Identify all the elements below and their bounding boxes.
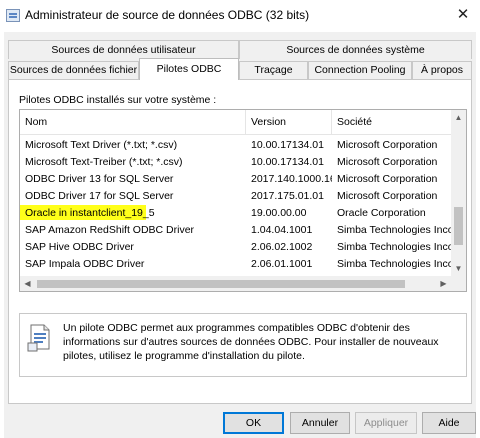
table-row[interactable]: Microsoft Text Driver (*.txt; *.csv) 10.0…: [20, 137, 451, 154]
table-row[interactable]: ODBC Driver 13 for SQL Server 2017.140.10…: [20, 171, 451, 188]
tab-tracing[interactable]: Traçage: [239, 61, 308, 79]
driver-name-cell: Microsoft Text Driver (*.txt; *.csv): [25, 139, 178, 151]
drivers-list[interactable]: Nom Version Société Microsoft Text Drive…: [19, 109, 467, 292]
table-row[interactable]: SAP Amazon RedShift ODBC Driver 1.04.04.1…: [20, 222, 451, 239]
table-row[interactable]: ODBC Driver 17 for SQL Server 2017.175.01…: [20, 188, 451, 205]
scrollbar-corner: [451, 276, 466, 291]
column-header-company[interactable]: Société: [332, 110, 451, 134]
driver-company-cell: Oracle Corporation: [337, 207, 426, 219]
title-bar: Administrateur de source de données ODBC…: [0, 0, 480, 32]
driver-company-cell: Microsoft Corporation: [337, 173, 438, 185]
driver-version-cell: 19.00.00.00: [251, 207, 307, 219]
info-box: Un pilote ODBC permet aux programmes com…: [19, 313, 467, 377]
apply-button[interactable]: Appliquer: [355, 412, 417, 434]
tab-connection-pooling[interactable]: Connection Pooling: [308, 61, 412, 79]
scroll-down-icon[interactable]: ▼: [451, 261, 466, 276]
scroll-up-icon[interactable]: ▲: [451, 110, 466, 125]
tab-row-back: Sources de données utilisateur Sources d…: [8, 40, 472, 59]
driver-name-cell: Oracle in instantclient_19_5: [25, 207, 155, 219]
table-row[interactable]: SAP Impala ODBC Driver 2.06.01.1001 Simba …: [20, 256, 451, 273]
table-row[interactable]: Oracle in instantclient_19_5 19.00.00.00 O…: [20, 205, 451, 222]
driver-company-cell: Microsoft Corporation: [337, 190, 438, 202]
window-title: Administrateur de source de données ODBC…: [25, 8, 310, 22]
ok-button[interactable]: OK: [223, 412, 284, 434]
driver-version-cell: 2.06.01.1001: [251, 258, 313, 270]
table-row[interactable]: SAP Hive ODBC Driver 2.06.02.1002 Simba Te…: [20, 239, 451, 256]
table-row[interactable]: Microsoft Text-Treiber (*.txt; *.csv) 10.…: [20, 154, 451, 171]
driver-company-cell: Simba Technologies Incorpora: [337, 258, 451, 270]
driver-company-cell: Microsoft Corporation: [337, 156, 438, 168]
tab-file-dsn[interactable]: Sources de données fichier: [8, 61, 139, 79]
odbc-admin-icon: [6, 9, 20, 22]
odbc-driver-doc-icon: [27, 324, 50, 352]
scroll-left-icon[interactable]: ◀: [20, 276, 35, 291]
tab-odbc-drivers[interactable]: Pilotes ODBC: [139, 58, 239, 80]
column-header-name[interactable]: Nom: [20, 110, 246, 134]
driver-version-cell: 2017.140.1000.169: [251, 173, 332, 185]
list-header: Nom Version Société: [20, 110, 451, 135]
driver-version-cell: 10.00.17134.01: [251, 139, 324, 151]
tab-user-dsn[interactable]: Sources de données utilisateur: [8, 40, 239, 59]
driver-company-cell: Microsoft Corporation: [337, 139, 438, 151]
vertical-scroll-thumb[interactable]: [454, 207, 463, 245]
driver-name-cell: SAP Amazon RedShift ODBC Driver: [25, 224, 195, 236]
drivers-section-label: Pilotes ODBC installés sur votre système…: [19, 94, 217, 106]
tab-system-dsn[interactable]: Sources de données système: [239, 40, 472, 59]
tab-about[interactable]: À propos: [412, 61, 472, 79]
driver-name-cell: Microsoft Text-Treiber (*.txt; *.csv): [25, 156, 183, 168]
close-icon[interactable]: ✕: [452, 5, 474, 25]
cancel-button[interactable]: Annuler: [290, 412, 350, 434]
driver-version-cell: 10.00.17134.01: [251, 156, 324, 168]
driver-name-cell: ODBC Driver 17 for SQL Server: [25, 190, 174, 202]
driver-version-cell: 2.06.02.1002: [251, 241, 313, 253]
vertical-scrollbar[interactable]: ▲ ▼: [451, 110, 466, 276]
info-text: Un pilote ODBC permet aux programmes com…: [63, 322, 439, 362]
driver-name-cell: SAP Impala ODBC Driver: [25, 258, 145, 270]
driver-company-cell: Simba Technologies Incorpora: [337, 224, 451, 236]
tab-row-front: Sources de données fichier Pilotes ODBC …: [8, 58, 472, 80]
driver-version-cell: 2017.175.01.01: [251, 190, 324, 202]
horizontal-scroll-thumb[interactable]: [37, 280, 405, 288]
help-button[interactable]: Aide: [422, 412, 476, 434]
driver-name-cell: SAP Hive ODBC Driver: [25, 241, 134, 253]
driver-version-cell: 1.04.04.1001: [251, 224, 313, 236]
horizontal-scrollbar[interactable]: ◀ ▶: [20, 276, 451, 291]
driver-company-cell: Simba Technologies Incorpora: [337, 241, 451, 253]
driver-name-cell: ODBC Driver 13 for SQL Server: [25, 173, 174, 185]
list-rows: Microsoft Text Driver (*.txt; *.csv) 10.0…: [20, 137, 451, 290]
scroll-right-icon[interactable]: ▶: [436, 276, 451, 291]
column-header-version[interactable]: Version: [246, 110, 332, 134]
